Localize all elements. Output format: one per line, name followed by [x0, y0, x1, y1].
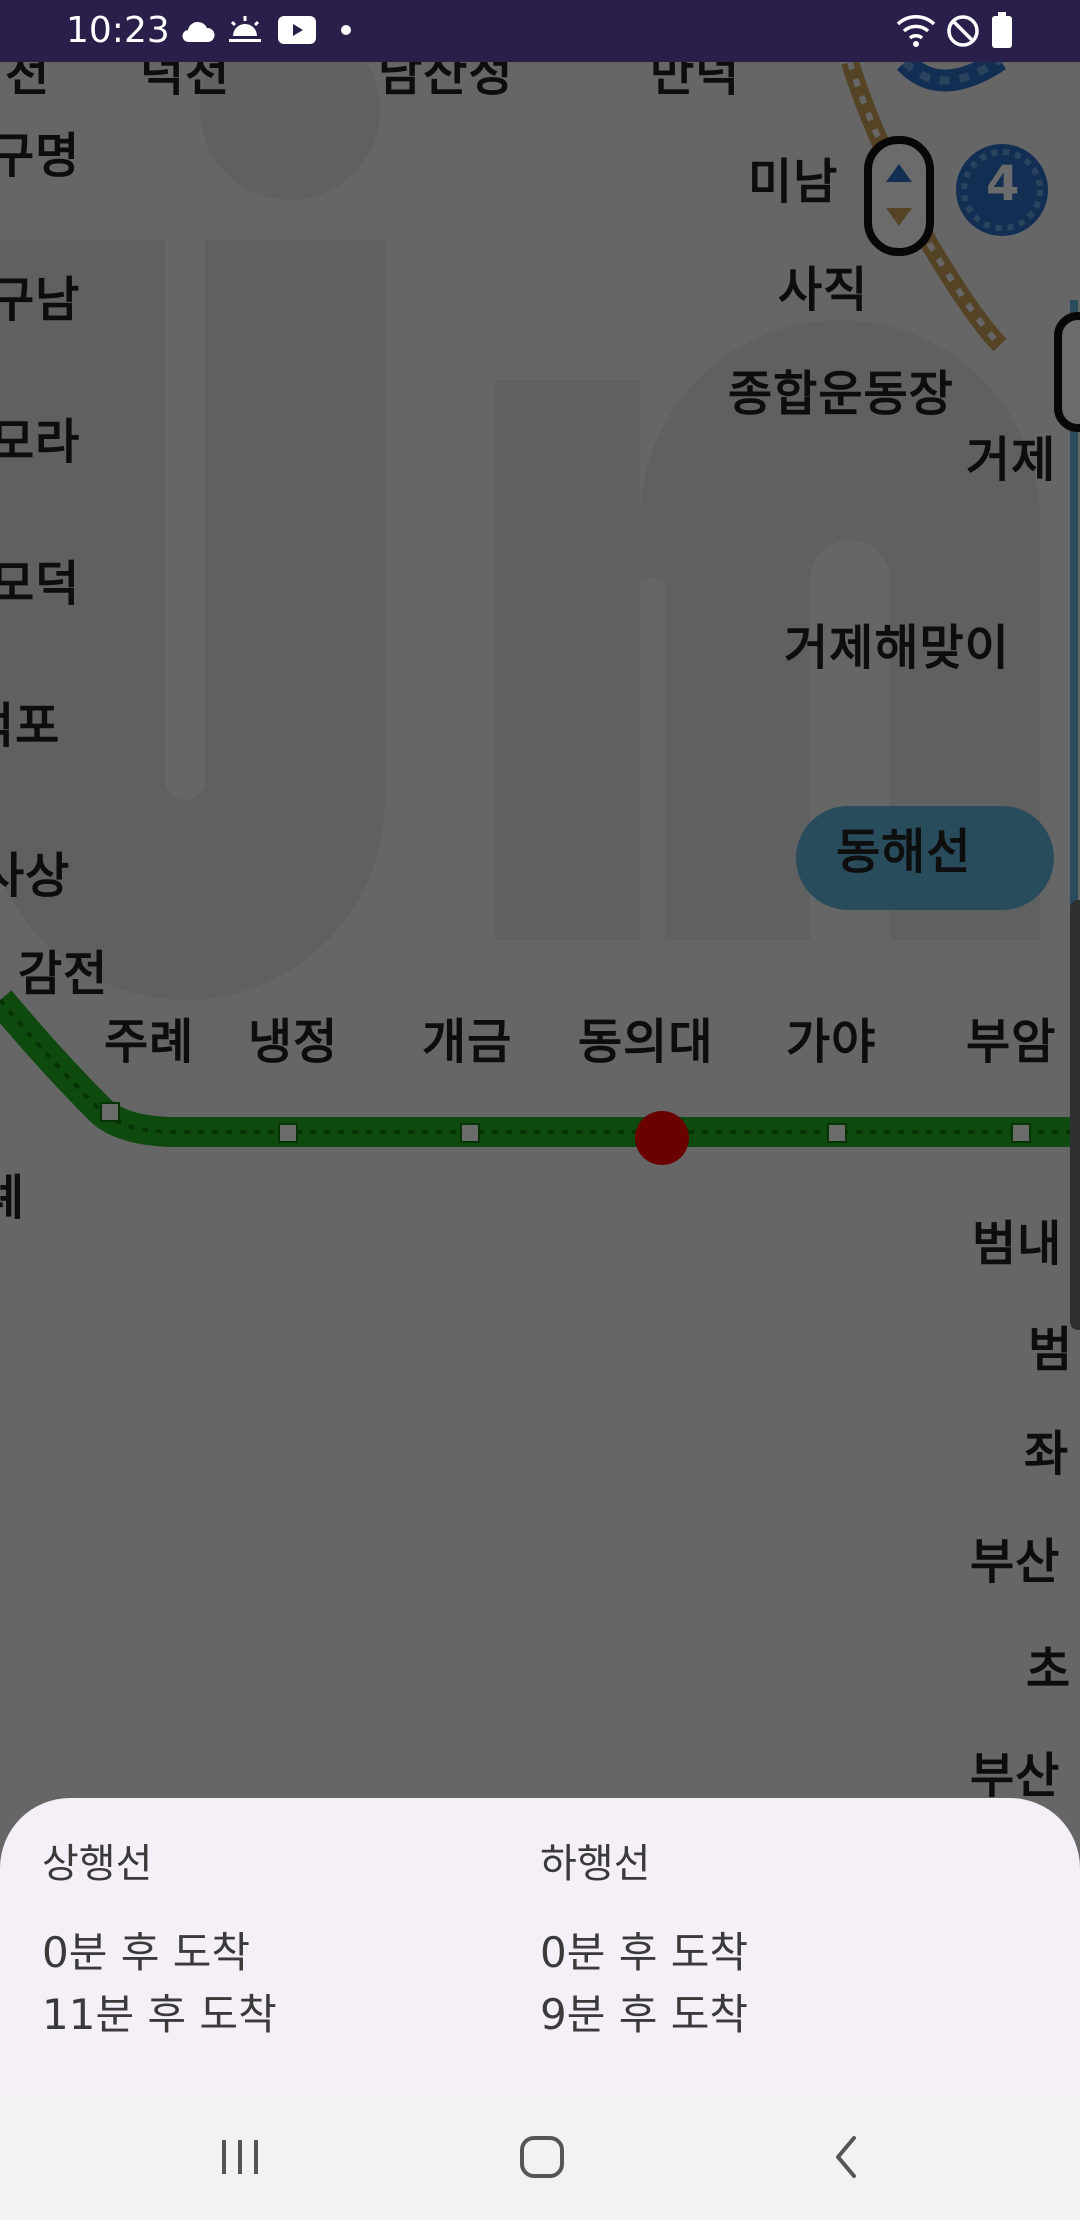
station-label[interactable]: 주례	[104, 1018, 194, 1066]
station-label[interactable]: 거제해맞이	[784, 624, 1010, 672]
down-direction-title: 하행선	[540, 1841, 651, 1887]
station-label[interactable]: 모덕	[0, 560, 80, 608]
station-label[interactable]: 가야	[786, 1018, 876, 1066]
dot-icon	[341, 25, 351, 35]
station-label[interactable]: 덕포	[0, 702, 60, 750]
up-arrival-time: 0분 후 도착	[42, 1928, 250, 1977]
station-label[interactable]: 남산정	[378, 62, 513, 98]
station-label[interactable]: 범	[1028, 1326, 1073, 1374]
arrival-bottom-sheet: 상행선 0분 후 도착 11분 후 도착 하행선 0분 후 도착 9분 후 도착	[0, 1798, 1080, 2096]
station-label[interactable]: 덕천	[140, 62, 230, 98]
station-label[interactable]: 구명	[0, 132, 80, 180]
wifi-icon	[896, 15, 936, 47]
station-label[interactable]: 동의대	[578, 1018, 713, 1066]
donghae-line-badge[interactable]: 동해선	[836, 828, 971, 876]
youtube-icon	[278, 16, 316, 44]
down-arrival-time: 9분 후 도착	[540, 1990, 748, 2039]
do-not-disturb-icon	[947, 15, 979, 47]
station-label[interactable]: 초	[1026, 1646, 1071, 1694]
station-label[interactable]: 좌	[1024, 1430, 1069, 1478]
edge-panel-handle[interactable]	[1070, 900, 1080, 1330]
cloud-icon	[182, 21, 215, 43]
home-icon	[520, 2136, 564, 2178]
station-label[interactable]: 개금	[422, 1018, 512, 1066]
up-arrival-time: 11분 후 도착	[42, 1990, 277, 2039]
system-nav-bar	[0, 2096, 1080, 2220]
station-label[interactable]: 만덕	[650, 62, 740, 98]
recent-apps-icon	[222, 2140, 258, 2174]
station-label[interactable]: 모라	[0, 418, 80, 466]
station-label[interactable]: 구남	[0, 276, 80, 324]
station-label[interactable]: 부산	[970, 1752, 1060, 1800]
station-label[interactable]: 미남	[748, 158, 838, 206]
station-label[interactable]: 거제	[966, 436, 1056, 484]
station-label[interactable]: 감전	[18, 950, 108, 998]
station-label[interactable]: 범내	[972, 1220, 1062, 1268]
line-4-badge-label: 4	[986, 156, 1021, 212]
station-label[interactable]: 덕천	[0, 62, 50, 98]
up-direction-title: 상행선	[42, 1841, 153, 1887]
down-direction-column: 하행선 0분 후 도착 9분 후 도착	[540, 1840, 748, 2046]
home-button[interactable]	[482, 2118, 602, 2198]
station-label[interactable]: 부암	[966, 1018, 1056, 1066]
station-label[interactable]: 사상	[0, 852, 70, 900]
station-label[interactable]: 부산	[970, 1538, 1060, 1586]
sunrise-icon	[229, 16, 261, 42]
back-button[interactable]	[786, 2118, 906, 2198]
station-label[interactable]: 사직	[778, 266, 868, 314]
status-time: 10:23	[66, 10, 170, 51]
down-arrival-time: 0분 후 도착	[540, 1928, 748, 1977]
status-bar: 10:23	[0, 0, 1080, 62]
recent-apps-button[interactable]	[180, 2118, 300, 2198]
station-label[interactable]: 례	[0, 1174, 25, 1222]
subway-map[interactable]: 덕천 덕천 남산정 만덕 구명 구남 모라 모덕 덕포 사상 감전 주례 냉정 …	[0, 62, 1080, 2096]
back-icon	[836, 2136, 856, 2178]
battery-icon	[992, 12, 1012, 48]
station-label[interactable]: 냉정	[248, 1018, 338, 1066]
up-direction-column: 상행선 0분 후 도착 11분 후 도착	[42, 1840, 277, 2046]
station-label[interactable]: 종합운동장	[728, 370, 954, 418]
